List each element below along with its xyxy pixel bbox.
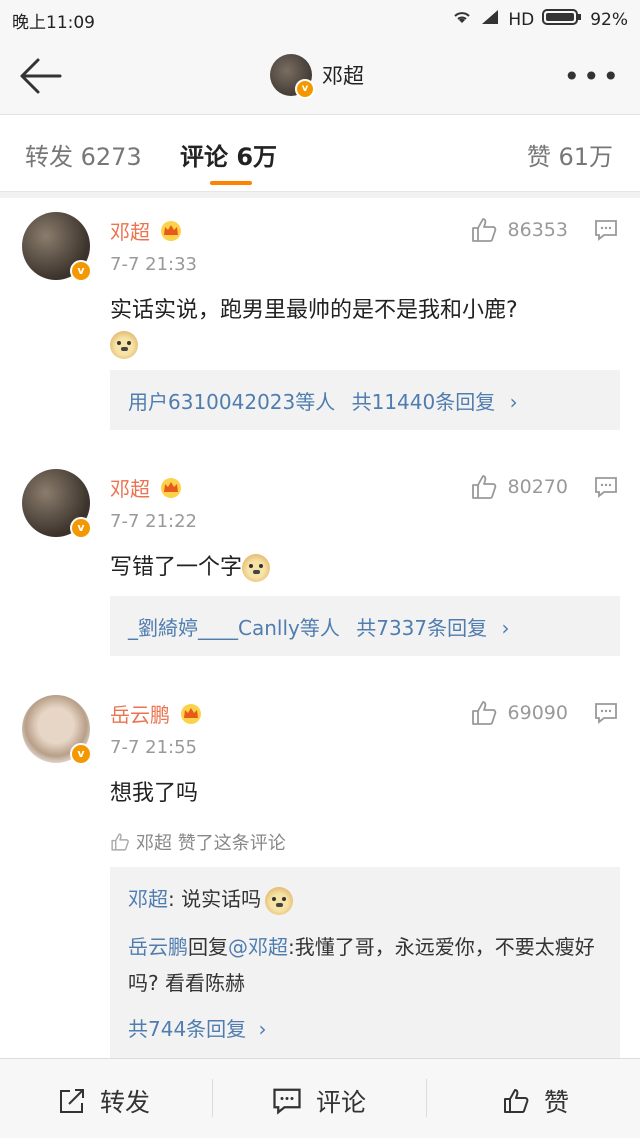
- doge-emoji-icon: [265, 886, 294, 915]
- like-button[interactable]: 赞: [502, 1083, 569, 1119]
- reply-count: 共7337条回复: [356, 616, 488, 640]
- tab-comment[interactable]: 评论 6万: [180, 137, 277, 172]
- comment-time: 7-7 21:55: [110, 737, 197, 758]
- reply-count: 共11440条回复: [351, 390, 496, 414]
- thumbs-up-icon: [504, 1089, 529, 1113]
- battery-percent: 92%: [590, 9, 628, 30]
- status-bar: 晚上11:09 HD 92%: [0, 0, 640, 36]
- avatar: v: [270, 54, 315, 99]
- verified-icon: v: [295, 79, 315, 99]
- comment-label: 评论: [316, 1088, 367, 1117]
- comment-time: 7-7 21:33: [110, 254, 197, 275]
- replies-summary[interactable]: 用户6310042023等人 共11440条回复 ›: [110, 370, 620, 430]
- divider: [426, 1079, 427, 1117]
- comment-item: v 邓超 7-7 21:22 80270 写错了一个字 _劉綺婷____Canl…: [0, 455, 640, 685]
- tab-forward[interactable]: 转发 6273: [25, 137, 142, 172]
- comment-item: v 岳云鹏 7-7 21:55 69090 想我了吗 邓超 赞了这条评论 邓超:…: [0, 681, 640, 1058]
- reply-author[interactable]: 邓超: [128, 887, 168, 911]
- share-icon: [60, 1089, 84, 1113]
- reply-icon[interactable]: [594, 702, 618, 724]
- replies-preview: 邓超: 说实话吗 岳云鹏回复@邓超:我懂了哥，永远爱你，不要太瘦好吗? 看看陈赫…: [110, 867, 620, 1058]
- tab-like[interactable]: 赞 61万: [527, 137, 613, 172]
- network-label: HD: [508, 9, 535, 30]
- liked-by-author: 邓超 赞了这条评论: [110, 829, 286, 855]
- nav-bar: v 邓超 •••: [0, 36, 640, 115]
- thumbs-up-icon: [471, 218, 496, 242]
- reply-icon[interactable]: [594, 476, 618, 498]
- tab-bar: 转发 6273 评论 6万 赞 61万: [0, 115, 640, 192]
- crown-icon: [181, 703, 201, 724]
- comment-item: v 邓超 7-7 21:33 86353 实话实说，跑男里最帅的是不是我和小鹿?…: [0, 198, 640, 448]
- like-label: 赞: [544, 1088, 570, 1117]
- more-icon[interactable]: •••: [563, 60, 622, 93]
- verified-icon: v: [70, 260, 92, 282]
- comment-author[interactable]: 邓超: [110, 216, 150, 245]
- thumbs-up-icon: [111, 833, 129, 851]
- like-button[interactable]: 69090: [470, 699, 568, 727]
- status-time: 晚上11:09: [12, 13, 95, 33]
- divider: [212, 1079, 213, 1117]
- reply-users: 用户6310042023等人: [128, 390, 336, 414]
- comment-list: v 邓超 7-7 21:33 86353 实话实说，跑男里最帅的是不是我和小鹿?…: [0, 198, 640, 1058]
- reply-item[interactable]: 岳云鹏回复@邓超:我懂了哥，永远爱你，不要太瘦好吗? 看看陈赫: [128, 929, 598, 1001]
- verified-icon: v: [70, 743, 92, 765]
- like-count: 80270: [507, 476, 568, 498]
- replies-summary[interactable]: _劉綺婷____Canlly等人 共7337条回复 ›: [110, 596, 620, 656]
- tab-active-indicator: [210, 181, 252, 185]
- chevron-right-icon: ›: [258, 1017, 267, 1041]
- reply-verb: 回复: [188, 935, 228, 959]
- reply-users: _劉綺婷____Canlly等人: [128, 616, 340, 640]
- comment-text: 实话实说，跑男里最帅的是不是我和小鹿?: [110, 298, 518, 323]
- like-count: 69090: [507, 702, 568, 724]
- comment-author[interactable]: 岳云鹏: [110, 699, 170, 728]
- like-button[interactable]: 86353: [470, 216, 568, 244]
- reply-text: 说实话吗: [174, 887, 262, 911]
- comment-author[interactable]: 邓超: [110, 473, 150, 502]
- comment-time: 7-7 21:22: [110, 511, 197, 532]
- doge-emoji-icon: [110, 331, 138, 359]
- verified-icon: v: [70, 517, 92, 539]
- wifi-icon: [452, 9, 472, 30]
- back-arrow-icon[interactable]: [16, 56, 64, 96]
- avatar[interactable]: v: [22, 469, 92, 539]
- signal-icon: [480, 9, 500, 30]
- like-count: 86353: [507, 219, 568, 241]
- crown-icon: [161, 220, 181, 241]
- liked-by-text: 邓超 赞了这条评论: [136, 833, 286, 854]
- thumbs-up-icon: [471, 475, 496, 499]
- page-title: 邓超: [322, 64, 364, 88]
- more-replies-link[interactable]: 共744条回复 ›: [128, 1013, 267, 1042]
- battery-icon: [542, 8, 582, 31]
- thumbs-up-icon: [471, 701, 496, 725]
- comment-text: 写错了一个字: [110, 555, 243, 580]
- nav-title[interactable]: v 邓超: [270, 54, 364, 99]
- chevron-right-icon: ›: [509, 390, 518, 414]
- reply-item[interactable]: 邓超: 说实话吗: [128, 883, 294, 915]
- doge-emoji-icon: [242, 554, 271, 582]
- bottom-action-bar: 转发 评论 赞: [0, 1058, 640, 1138]
- avatar[interactable]: v: [22, 212, 92, 282]
- forward-button[interactable]: 转发: [58, 1083, 150, 1119]
- chevron-right-icon: ›: [501, 616, 510, 640]
- crown-icon: [161, 477, 181, 498]
- more-replies-count: 共744条回复: [128, 1017, 247, 1041]
- avatar[interactable]: v: [22, 695, 92, 765]
- like-button[interactable]: 80270: [470, 473, 568, 501]
- comment-icon: [273, 1088, 301, 1115]
- comment-text: 想我了吗: [110, 781, 199, 806]
- reply-mention[interactable]: @邓超: [228, 935, 288, 959]
- reply-author[interactable]: 岳云鹏: [128, 935, 188, 959]
- comment-button[interactable]: 评论: [272, 1083, 366, 1119]
- reply-icon[interactable]: [594, 219, 618, 241]
- forward-label: 转发: [100, 1088, 151, 1117]
- reply-separator: :: [168, 887, 175, 911]
